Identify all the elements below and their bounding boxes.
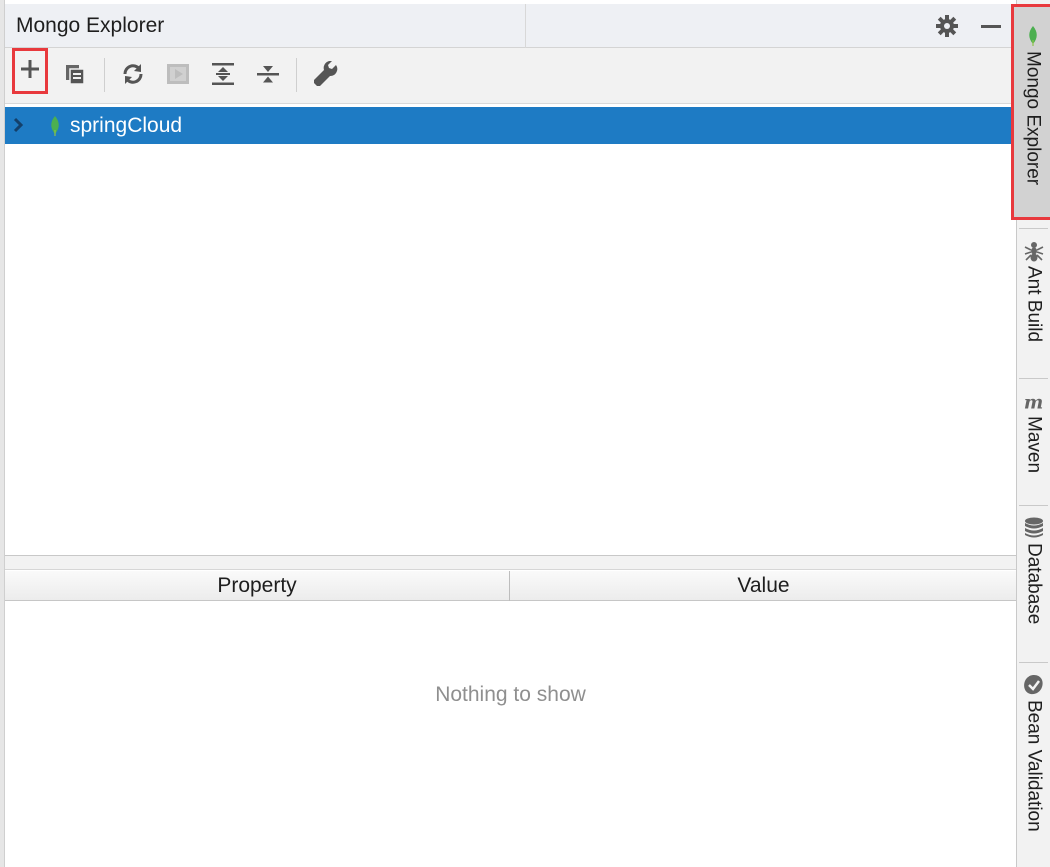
side-tab-label: Database <box>1023 543 1045 625</box>
column-header-property[interactable]: Property <box>5 571 510 601</box>
maven-icon: m <box>1023 390 1045 412</box>
strip-separator <box>1019 228 1048 229</box>
chevron-right-icon[interactable] <box>9 115 27 135</box>
side-tab-label: Bean Validation <box>1023 700 1045 832</box>
copy-icon <box>63 62 87 91</box>
run-button[interactable] <box>160 58 196 94</box>
side-tab-ant-build[interactable]: Ant Build <box>1017 240 1050 342</box>
column-header-value[interactable]: Value <box>511 571 1016 601</box>
side-tab-bean-validation[interactable]: Bean Validation <box>1017 674 1050 832</box>
mongo-explorer-panel: Mongo Explorer springCloud Property Valu… <box>0 0 1017 867</box>
tree-item-label: springCloud <box>70 114 183 137</box>
toolbar-separator <box>296 58 297 92</box>
expand-all-icon <box>211 62 235 91</box>
bean-validation-icon <box>1023 674 1045 696</box>
side-tab-database[interactable]: Database <box>1017 517 1050 624</box>
svg-text:m: m <box>1023 392 1042 412</box>
add-icon <box>19 58 41 85</box>
side-tab-mongo-explorer[interactable]: Mongo Explorer <box>1011 4 1050 220</box>
run-icon <box>166 62 190 91</box>
gear-icon[interactable] <box>933 12 961 40</box>
settings-wrench-button[interactable] <box>308 58 344 94</box>
mongo-leaf-icon <box>1022 25 1044 47</box>
mongo-leaf-icon <box>49 116 61 136</box>
empty-state-text: Nothing to show <box>435 683 586 706</box>
title-divider <box>525 4 526 48</box>
properties-table-header: Property Value <box>5 571 1016 601</box>
strip-separator <box>1019 662 1048 663</box>
side-tab-label: Mongo Explorer <box>1022 51 1044 186</box>
side-tab-label: Maven <box>1023 416 1045 474</box>
tree-item-springcloud[interactable]: springCloud <box>5 107 1016 144</box>
side-tab-maven[interactable]: m Maven <box>1017 390 1050 473</box>
minimize-icon[interactable] <box>977 12 1005 40</box>
add-button[interactable] <box>12 48 48 94</box>
panel-splitter[interactable] <box>5 555 1016 570</box>
side-tab-label: Ant Build <box>1023 266 1045 343</box>
copy-button[interactable] <box>57 58 93 94</box>
connection-tree: springCloud <box>5 105 1016 555</box>
refresh-icon <box>121 62 145 91</box>
toolbar <box>5 48 1016 104</box>
strip-separator <box>1019 505 1048 506</box>
properties-table-body: Nothing to show <box>5 602 1016 867</box>
expand-all-button[interactable] <box>205 58 241 94</box>
database-icon <box>1023 517 1045 539</box>
collapse-all-button[interactable] <box>250 58 286 94</box>
collapse-all-icon <box>256 62 280 91</box>
strip-separator <box>1019 378 1048 379</box>
toolbar-separator <box>104 58 105 92</box>
refresh-button[interactable] <box>115 58 151 94</box>
panel-title: Mongo Explorer <box>16 14 165 37</box>
wrench-icon <box>313 60 339 92</box>
panel-title-bar: Mongo Explorer <box>5 4 1016 48</box>
tool-window-strip: Mongo Explorer Ant Build m Maven Databas… <box>1011 0 1050 867</box>
ant-icon <box>1023 240 1045 262</box>
